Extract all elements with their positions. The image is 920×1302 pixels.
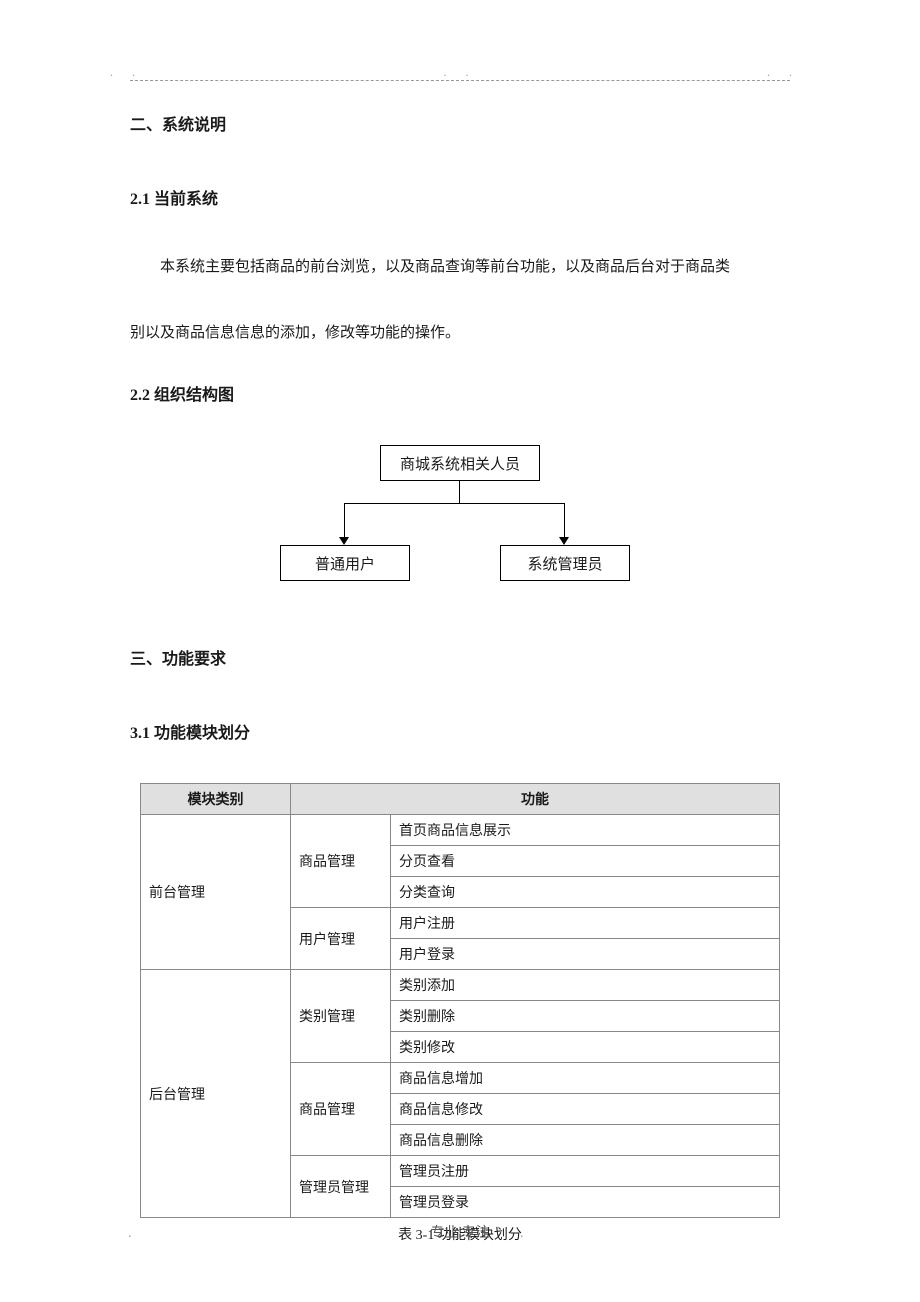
footer-text: 专业.专注 (0, 1222, 920, 1242)
cell-module: 后台管理 (141, 970, 291, 1218)
cell-func: 管理员注册 (391, 1156, 780, 1187)
function-table: 模块类别 功能 前台管理 商品管理 首页商品信息展示 分页查看 分类查询 用户管… (140, 783, 780, 1218)
table-header-row: 模块类别 功能 (141, 784, 780, 815)
cell-sub: 商品管理 (291, 1063, 391, 1156)
paragraph-line2: 别以及商品信息信息的添加，修改等功能的操作。 (130, 315, 790, 351)
cell-func: 类别修改 (391, 1032, 780, 1063)
arrow-icon (339, 537, 349, 545)
org-right-box: 系统管理员 (500, 545, 630, 581)
org-line (344, 503, 564, 504)
heading-func-modules: 3.1 功能模块划分 (130, 719, 790, 743)
cell-sub: 商品管理 (291, 815, 391, 908)
org-top-box: 商城系统相关人员 (380, 445, 540, 481)
cell-func: 商品信息修改 (391, 1094, 780, 1125)
cell-func: 分页查看 (391, 846, 780, 877)
cell-func: 管理员登录 (391, 1187, 780, 1218)
heading-system-desc: 二、系统说明 (130, 111, 790, 135)
org-left-box: 普通用户 (280, 545, 410, 581)
cell-module: 前台管理 (141, 815, 291, 970)
table-row: 前台管理 商品管理 首页商品信息展示 (141, 815, 780, 846)
header-rule: . . (130, 80, 790, 81)
org-chart: 商城系统相关人员 普通用户 系统管理员 (130, 445, 790, 605)
cell-func: 用户登录 (391, 939, 780, 970)
paragraph-line1: 本系统主要包括商品的前台浏览，以及商品查询等前台功能，以及商品后台对于商品类 (130, 249, 790, 285)
footer-dot-right: . (520, 1226, 524, 1242)
heading-current-system: 2.1 当前系统 (130, 185, 790, 209)
th-module: 模块类别 (141, 784, 291, 815)
table-row: 后台管理 类别管理 类别添加 (141, 970, 780, 1001)
org-line (344, 503, 345, 539)
heading-org-chart: 2.2 组织结构图 (130, 381, 790, 405)
cell-sub: 用户管理 (291, 908, 391, 970)
cell-func: 商品信息删除 (391, 1125, 780, 1156)
cell-sub: 管理员管理 (291, 1156, 391, 1218)
cell-sub: 类别管理 (291, 970, 391, 1063)
cell-func: 类别添加 (391, 970, 780, 1001)
cell-func: 商品信息增加 (391, 1063, 780, 1094)
org-line (459, 481, 460, 503)
heading-func-req: 三、功能要求 (130, 645, 790, 669)
cell-func: 用户注册 (391, 908, 780, 939)
org-line (564, 503, 565, 539)
cell-func: 首页商品信息展示 (391, 815, 780, 846)
cell-func: 分类查询 (391, 877, 780, 908)
arrow-icon (559, 537, 569, 545)
th-func: 功能 (291, 784, 780, 815)
cell-func: 类别删除 (391, 1001, 780, 1032)
